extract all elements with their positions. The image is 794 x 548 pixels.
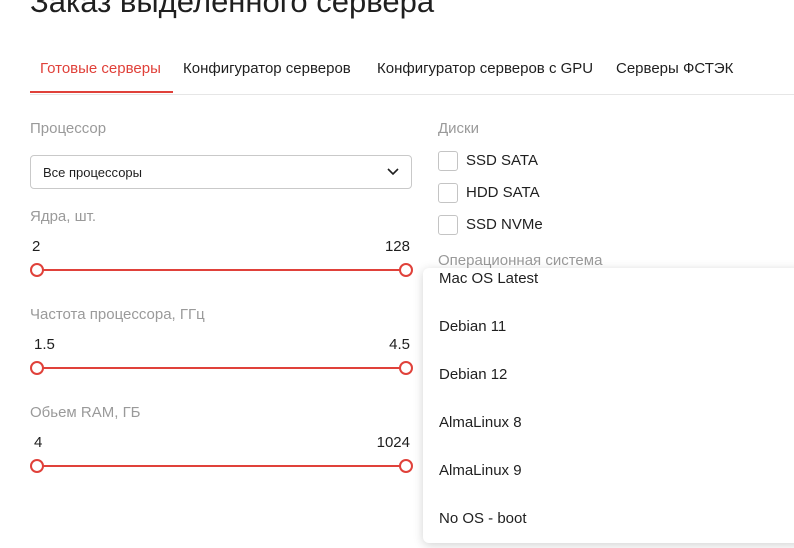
tab-ready-servers[interactable]: Готовые серверы [40,60,161,78]
frequency-label: Частота процессора, ГГц [30,306,205,323]
cores-max-thumb[interactable] [399,263,413,277]
os-dropdown-list[interactable]: Mac OS Latest Debian 11 Debian 12 AlmaLi… [423,268,794,543]
active-tab-indicator [30,91,173,93]
frequency-max-thumb[interactable] [399,361,413,375]
ssd-sata-label[interactable]: SSD SATA [466,152,538,170]
hdd-sata-checkbox[interactable] [438,183,458,203]
processor-select[interactable]: Все процессоры [30,155,412,189]
tab-server-configurator[interactable]: Конфигуратор серверов [183,60,351,78]
os-option-almalinux-8[interactable]: AlmaLinux 8 [439,414,522,432]
os-option-debian-12[interactable]: Debian 12 [439,366,507,384]
hdd-sata-label[interactable]: HDD SATA [466,184,540,202]
tab-gpu-configurator[interactable]: Конфигуратор серверов с GPU [377,60,593,78]
cores-min-value: 2 [32,238,41,255]
page-title: Заказ выделенного сервера [30,0,435,19]
frequency-min-thumb[interactable] [30,361,44,375]
frequency-slider-track [37,367,406,369]
server-order-page: Заказ выделенного сервера Готовые сервер… [0,0,794,548]
ssd-nvme-label[interactable]: SSD NVMe [466,216,543,234]
tab-bar: Готовые серверы Конфигуратор серверов Ко… [30,52,794,95]
cores-label: Ядра, шт. [30,208,97,225]
ram-label: Обьем RAM, ГБ [30,404,141,421]
cores-slider-track [37,269,406,271]
frequency-max-value: 4.5 [389,336,410,353]
ram-slider-track [37,465,406,467]
ssd-sata-checkbox[interactable] [438,151,458,171]
os-option-mac-os-latest[interactable]: Mac OS Latest [439,270,538,288]
os-option-debian-11[interactable]: Debian 11 [439,318,506,336]
os-option-almalinux-9[interactable]: AlmaLinux 9 [439,462,522,480]
chevron-down-icon [387,168,399,176]
ram-min-value: 4 [34,434,43,451]
disks-label: Диски [438,120,479,137]
cores-max-value: 128 [384,238,410,255]
ram-min-thumb[interactable] [30,459,44,473]
processor-select-value: Все процессоры [43,165,142,180]
processor-label: Процессор [30,120,107,137]
ssd-nvme-checkbox[interactable] [438,215,458,235]
frequency-min-value: 1.5 [34,336,55,353]
ram-max-thumb[interactable] [399,459,413,473]
os-option-no-os-boot[interactable]: No OS - boot [439,510,527,528]
ram-max-value: 1024 [376,434,410,451]
tab-fstek-servers[interactable]: Серверы ФСТЭК [616,60,733,78]
cores-min-thumb[interactable] [30,263,44,277]
